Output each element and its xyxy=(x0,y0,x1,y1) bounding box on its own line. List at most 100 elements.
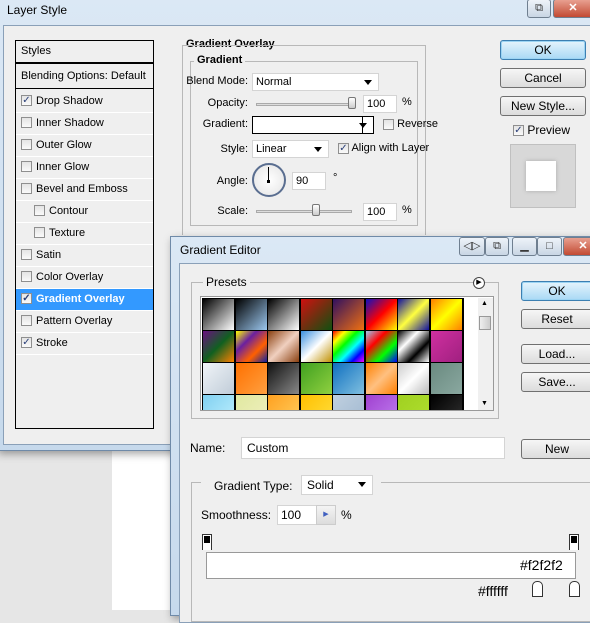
preview-check[interactable]: ✓ xyxy=(513,125,524,137)
style-item[interactable]: Satin xyxy=(16,245,153,267)
style-item[interactable]: Inner Shadow xyxy=(16,113,153,135)
cancel-button[interactable]: Cancel xyxy=(500,68,586,88)
reverse-checkbox[interactable]: Reverse xyxy=(383,118,438,130)
style-item[interactable]: Bevel and Emboss xyxy=(16,179,153,201)
new-style-button[interactable]: New Style... xyxy=(500,96,586,116)
preset-swatch[interactable] xyxy=(268,299,299,330)
blending-options[interactable]: Blending Options: Default xyxy=(16,66,153,89)
gradient-preview[interactable] xyxy=(252,116,374,134)
style-checkbox[interactable]: ✓ xyxy=(21,292,32,304)
style-item[interactable]: Color Overlay xyxy=(16,267,153,289)
close-icon[interactable]: ✕ xyxy=(553,0,590,18)
preset-swatch[interactable] xyxy=(235,363,267,394)
name-input[interactable]: Custom xyxy=(241,437,505,459)
style-checkbox[interactable] xyxy=(34,204,45,216)
expand-icon[interactable]: ◁▷ xyxy=(459,237,485,256)
preset-swatch[interactable] xyxy=(300,395,332,410)
reverse-check[interactable] xyxy=(383,118,394,130)
restore-icon[interactable]: ⧉ xyxy=(485,237,509,256)
scale-input[interactable]: 100 xyxy=(363,203,397,221)
preset-swatch[interactable] xyxy=(203,299,234,330)
style-checkbox[interactable]: ✓ xyxy=(21,94,32,106)
preset-swatch[interactable] xyxy=(333,395,364,410)
blend-mode-dropdown[interactable]: Normal xyxy=(252,73,379,91)
align-checkbox[interactable]: ✓ Align with Layer xyxy=(338,142,429,154)
preset-swatch[interactable] xyxy=(300,299,332,330)
preset-swatch[interactable] xyxy=(203,395,234,410)
styles-header[interactable]: Styles xyxy=(16,41,153,64)
style-item[interactable]: Outer Glow xyxy=(16,135,153,157)
opacity-slider-thumb[interactable] xyxy=(348,97,356,109)
preset-swatch[interactable] xyxy=(365,363,397,394)
scroll-up-icon[interactable]: ▲ xyxy=(481,300,488,307)
style-checkbox[interactable] xyxy=(21,248,32,260)
style-checkbox[interactable] xyxy=(21,160,32,172)
angle-dial[interactable] xyxy=(252,163,286,197)
preset-swatch[interactable] xyxy=(235,395,267,410)
style-item[interactable]: ✓ Drop Shadow xyxy=(16,91,153,113)
gradient-type-dropdown[interactable]: Solid xyxy=(301,475,373,495)
opacity-stop-left[interactable] xyxy=(202,534,212,550)
scroll-down-icon[interactable]: ▼ xyxy=(481,400,488,407)
style-checkbox[interactable] xyxy=(21,182,32,194)
smoothness-input[interactable]: 100 xyxy=(277,505,317,525)
style-item[interactable]: Inner Glow xyxy=(16,157,153,179)
preset-swatch[interactable] xyxy=(430,299,462,330)
smoothness-arrow-icon[interactable]: ▶ xyxy=(316,505,336,525)
preset-swatch[interactable] xyxy=(268,395,299,410)
style-checkbox[interactable] xyxy=(21,270,32,282)
presets-scrollbar[interactable]: ▲ ▼ xyxy=(478,298,493,410)
preset-swatch[interactable] xyxy=(398,395,429,410)
opacity-stop-right[interactable] xyxy=(569,534,579,550)
style-item[interactable]: Contour xyxy=(16,201,153,223)
preset-swatch[interactable] xyxy=(203,363,234,394)
style-item[interactable]: Pattern Overlay xyxy=(16,311,153,333)
save-button[interactable]: Save... xyxy=(521,372,590,392)
preset-swatch[interactable] xyxy=(235,331,267,362)
opacity-input[interactable]: 100 xyxy=(363,95,397,113)
style-checkbox[interactable] xyxy=(34,226,45,238)
preset-swatch[interactable] xyxy=(268,331,299,362)
preset-swatch[interactable] xyxy=(398,299,429,330)
preset-swatch[interactable] xyxy=(398,363,429,394)
reset-button[interactable]: Reset xyxy=(521,309,590,329)
new-button[interactable]: New xyxy=(521,439,590,459)
minimize-icon[interactable]: ▁ xyxy=(512,237,537,256)
color-stop-right[interactable] xyxy=(569,581,580,597)
preset-swatch[interactable] xyxy=(300,363,332,394)
angle-input[interactable]: 90 xyxy=(292,172,326,190)
preview-checkbox[interactable]: ✓ Preview xyxy=(513,123,570,137)
preset-swatch[interactable] xyxy=(235,299,267,330)
preset-swatch[interactable] xyxy=(300,331,332,362)
preset-swatch[interactable] xyxy=(430,363,462,394)
presets-menu-icon[interactable]: ▶ xyxy=(473,277,485,289)
align-check[interactable]: ✓ xyxy=(338,142,349,154)
color-stop-middle[interactable] xyxy=(532,581,543,597)
preset-swatch[interactable] xyxy=(203,331,234,362)
style-item[interactable]: Texture xyxy=(16,223,153,245)
preset-swatch[interactable] xyxy=(398,331,429,362)
preset-swatch[interactable] xyxy=(365,299,397,330)
maximize-icon[interactable]: □ xyxy=(537,237,562,256)
preset-swatch[interactable] xyxy=(333,331,364,362)
style-checkbox[interactable] xyxy=(21,116,32,128)
preset-swatch[interactable] xyxy=(333,363,364,394)
preset-swatch[interactable] xyxy=(268,363,299,394)
preset-swatch[interactable] xyxy=(365,395,397,410)
preset-swatch[interactable] xyxy=(430,395,462,410)
style-item[interactable]: ✓ Gradient Overlay xyxy=(16,289,153,311)
gradient-dropdown-arrow[interactable] xyxy=(359,116,374,134)
scale-slider-thumb[interactable] xyxy=(312,204,320,216)
ge-ok-button[interactable]: OK xyxy=(521,281,590,301)
style-dropdown[interactable]: Linear xyxy=(252,140,329,158)
preset-swatch[interactable] xyxy=(365,331,397,362)
style-checkbox[interactable] xyxy=(21,314,32,326)
restore-icon[interactable]: ⧉ xyxy=(527,0,551,18)
scroll-thumb[interactable] xyxy=(479,316,491,330)
load-button[interactable]: Load... xyxy=(521,344,590,364)
style-checkbox[interactable]: ✓ xyxy=(21,336,32,348)
style-checkbox[interactable] xyxy=(21,138,32,150)
preset-swatch[interactable] xyxy=(333,299,364,330)
ok-button[interactable]: OK xyxy=(500,40,586,60)
opacity-slider[interactable] xyxy=(256,103,356,106)
